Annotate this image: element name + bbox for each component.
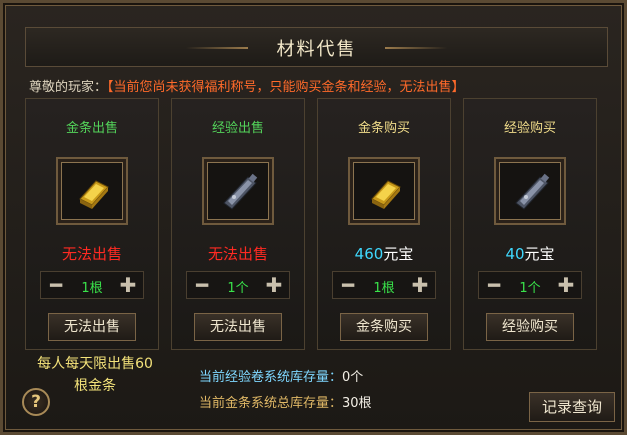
- exp-stock-label: 当前经验卷系统库存量：: [199, 370, 343, 385]
- plus-icon[interactable]: ✚: [555, 275, 577, 295]
- daily-limit-text: 每人每天限出售60 根金条: [25, 353, 165, 397]
- gold-stock-label: 当前金条系统总库存量：: [199, 396, 343, 411]
- plus-icon[interactable]: ✚: [117, 275, 139, 295]
- status-text: 无法出售: [207, 245, 268, 263]
- help-icon[interactable]: ?: [22, 388, 50, 416]
- plus-icon[interactable]: ✚: [263, 275, 285, 295]
- price-unit: 元宝: [524, 245, 555, 263]
- item-slot[interactable]: [348, 157, 420, 225]
- item-slot[interactable]: [56, 157, 128, 225]
- records-query-button[interactable]: 记录查询: [529, 392, 615, 422]
- gold-stock-line: 当前金条系统总库存量：30根: [199, 392, 372, 411]
- buy-exp-button[interactable]: 经验购买: [486, 313, 574, 341]
- card-sell-exp: 经验出售 无法出售 ━ 1个 ✚ 无法出售: [171, 98, 305, 350]
- minus-icon[interactable]: ━: [45, 275, 67, 295]
- gold-stock-value: 30根: [342, 396, 372, 411]
- price-unit: 元宝: [383, 245, 414, 263]
- price-value: 40: [505, 245, 525, 263]
- minus-icon[interactable]: ━: [191, 275, 213, 295]
- material-consignment-panel: 材料代售 尊敬的玩家：【当前您尚未获得福利称号，只能购买金条和经验，无法出售】 …: [0, 0, 627, 435]
- card-title: 金条出售: [65, 121, 118, 136]
- exp-scroll-icon: [223, 173, 258, 210]
- sell-exp-button[interactable]: 无法出售: [194, 313, 282, 341]
- buy-gold-button[interactable]: 金条购买: [340, 313, 428, 341]
- limit-line-1: 每人每天限出售60: [37, 356, 153, 372]
- plus-icon[interactable]: ✚: [409, 275, 431, 295]
- quantity-stepper: ━ 1个 ✚: [186, 271, 290, 299]
- status-text: 无法出售: [61, 245, 122, 263]
- notice-label: 尊敬的玩家：: [29, 80, 108, 95]
- panel-title: 材料代售: [276, 39, 357, 60]
- item-slot[interactable]: [494, 157, 566, 225]
- price-value: 460: [354, 245, 384, 263]
- minus-icon[interactable]: ━: [483, 275, 505, 295]
- quantity-stepper: ━ 1根 ✚: [332, 271, 436, 299]
- card-title: 金条购买: [357, 121, 410, 136]
- exp-scroll-icon: [515, 173, 550, 210]
- price-text: 460元宝: [318, 243, 450, 264]
- gold-bar-icon: [79, 180, 109, 209]
- card-buy-gold: 金条购买 460元宝 ━ 1根 ✚ 金条购买: [317, 98, 451, 350]
- gold-bar-icon: [371, 180, 401, 209]
- quantity-stepper: ━ 1根 ✚: [40, 271, 144, 299]
- item-slot[interactable]: [202, 157, 274, 225]
- notice-line: 尊敬的玩家：【当前您尚未获得福利称号，只能购买金条和经验，无法出售】: [29, 76, 619, 95]
- quantity-value: 1个: [227, 281, 249, 296]
- card-buy-exp: 经验购买 40元宝 ━ 1个 ✚ 经验购买: [463, 98, 597, 350]
- card-title: 经验购买: [503, 121, 556, 136]
- minus-icon[interactable]: ━: [337, 275, 359, 295]
- quantity-value: 1根: [373, 281, 395, 296]
- card-title: 经验出售: [211, 121, 264, 136]
- quantity-value: 1个: [519, 281, 541, 296]
- price-text: 40元宝: [464, 243, 596, 264]
- exp-stock-value: 0个: [342, 370, 364, 385]
- title-bar: 材料代售: [25, 27, 608, 67]
- quantity-stepper: ━ 1个 ✚: [478, 271, 582, 299]
- title-ornament-right: [385, 47, 447, 49]
- exp-stock-line: 当前经验卷系统库存量：0个: [199, 366, 363, 385]
- notice-message: 【当前您尚未获得福利称号，只能购买金条和经验，无法出售】: [107, 80, 465, 95]
- card-sell-gold: 金条出售 无法出售 ━ 1根 ✚ 无法出售: [25, 98, 159, 350]
- sell-gold-button[interactable]: 无法出售: [48, 313, 136, 341]
- quantity-value: 1根: [81, 281, 103, 296]
